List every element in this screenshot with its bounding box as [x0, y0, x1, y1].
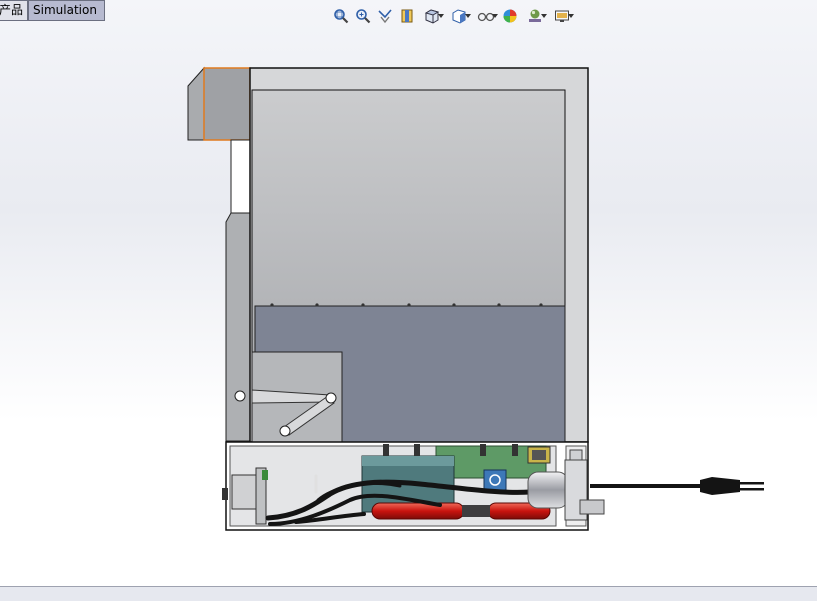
graphics-viewport[interactable] — [0, 0, 817, 601]
power-cord[interactable] — [590, 477, 764, 495]
heater-tubes — [371, 502, 551, 520]
yellow-sensor — [527, 446, 551, 464]
blue-connector — [483, 469, 507, 491]
hinge-linkage[interactable] — [251, 351, 343, 443]
side-door-panel[interactable] — [225, 139, 251, 442]
selected-face-part[interactable] — [187, 66, 251, 141]
status-strip — [0, 586, 817, 601]
